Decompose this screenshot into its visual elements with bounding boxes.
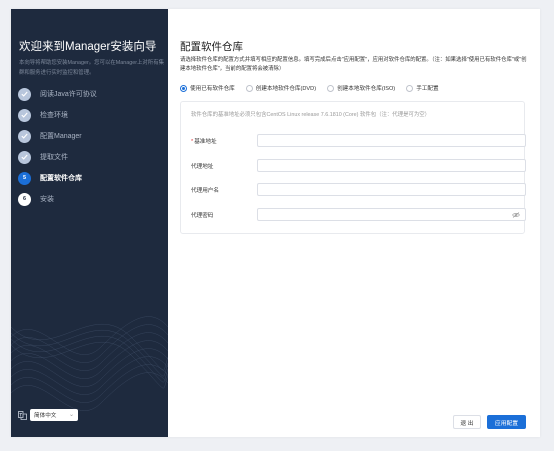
radio-dot [180, 84, 187, 92]
radio-dot [327, 84, 335, 92]
step-label: 安装 [40, 196, 54, 203]
wizard-title: 欢迎来到Manager安装向导 [19, 41, 157, 53]
proxy-username-input[interactable] [257, 183, 526, 196]
radio-use-existing-repo[interactable]: 使用已有软件仓库 [180, 84, 235, 92]
field-base-url: *基准地址 [191, 134, 526, 147]
radio-create-local-repo-iso[interactable]: 创建本地软件仓库(ISO) [327, 84, 395, 92]
language-select[interactable]: 简体中文 ⌄ [30, 409, 78, 421]
language-icon [18, 410, 27, 420]
field-proxy-password: 代理密码 [191, 208, 526, 221]
step-check-environment[interactable]: 检查环境 [18, 108, 68, 122]
radio-label: 手工配置 [416, 86, 439, 92]
field-label: *基准地址 [191, 138, 217, 145]
wizard-description: 本向导将帮助您安装Manager。您可以在Manager上对所有集群和服务进行实… [19, 60, 164, 76]
radio-dot [245, 84, 253, 92]
step-read-java-license[interactable]: 阅读Java许可协议 [18, 87, 97, 101]
exit-button[interactable]: 退 出 [453, 415, 481, 429]
field-label: 代理密码 [191, 212, 214, 219]
step-label: 配置软件仓库 [40, 175, 82, 182]
check-icon [18, 129, 31, 143]
step-configure-manager[interactable]: 配置Manager [18, 129, 82, 143]
repo-option-group: 使用已有软件仓库 创建本地软件仓库(DVD) 创建本地软件仓库(ISO) 手工配… [180, 84, 450, 92]
repo-note: 软件仓库的基准地址必须只包含CentOS Linux release 7.6.1… [191, 112, 431, 118]
step-number: 5 [18, 171, 31, 185]
step-extract-files[interactable]: 提取文件 [18, 150, 68, 164]
base-url-input[interactable] [257, 134, 526, 147]
field-proxy-username: 代理用户名 [191, 183, 526, 196]
check-icon [18, 87, 31, 101]
apply-config-button[interactable]: 应用配置 [487, 415, 526, 429]
proxy-address-input[interactable] [257, 159, 526, 172]
proxy-password-input[interactable] [257, 208, 526, 221]
field-label: 代理地址 [191, 163, 214, 170]
chevron-down-icon: ⌄ [68, 412, 74, 418]
step-label: 配置Manager [40, 133, 82, 140]
language-switcher: 简体中文 ⌄ [18, 409, 78, 421]
instruction-text: 请选择软件仓库的配置方式并填写相应的配置信息。填写完成后点击"应用配置"，应用对… [180, 57, 527, 72]
check-icon [18, 108, 31, 122]
radio-dot [406, 84, 414, 92]
radio-manual-config[interactable]: 手工配置 [406, 84, 439, 92]
step-label: 提取文件 [40, 154, 68, 161]
language-value: 简体中文 [34, 413, 57, 419]
step-configure-repository[interactable]: 5 配置软件仓库 [18, 171, 82, 185]
radio-label: 创建本地软件仓库(ISO) [337, 86, 396, 92]
radio-label: 创建本地软件仓库(DVD) [255, 86, 317, 92]
radio-create-local-repo-dvd[interactable]: 创建本地软件仓库(DVD) [245, 84, 317, 92]
step-install[interactable]: 6 安装 [18, 192, 54, 206]
page-title: 配置软件仓库 [180, 41, 243, 53]
field-proxy-address: 代理地址 [191, 159, 526, 172]
step-label: 阅读Java许可协议 [40, 91, 97, 98]
repo-form-card: 软件仓库的基准地址必须只包含CentOS Linux release 7.6.1… [180, 101, 526, 234]
field-label: 代理用户名 [191, 187, 219, 194]
installer-window: 欢迎来到Manager安装向导 本向导将帮助您安装Manager。您可以在Man… [11, 9, 540, 437]
step-number: 6 [18, 192, 31, 206]
radio-label: 使用已有软件仓库 [190, 86, 235, 92]
main-panel: 配置软件仓库 请选择软件仓库的配置方式并填写相应的配置信息。填写完成后点击"应用… [168, 9, 540, 437]
required-marker: * [191, 138, 194, 145]
eye-slash-icon[interactable] [512, 212, 520, 218]
step-label: 检查环境 [40, 112, 68, 119]
wizard-sidebar: 欢迎来到Manager安装向导 本向导将帮助您安装Manager。您可以在Man… [11, 9, 168, 437]
check-icon [18, 150, 31, 164]
